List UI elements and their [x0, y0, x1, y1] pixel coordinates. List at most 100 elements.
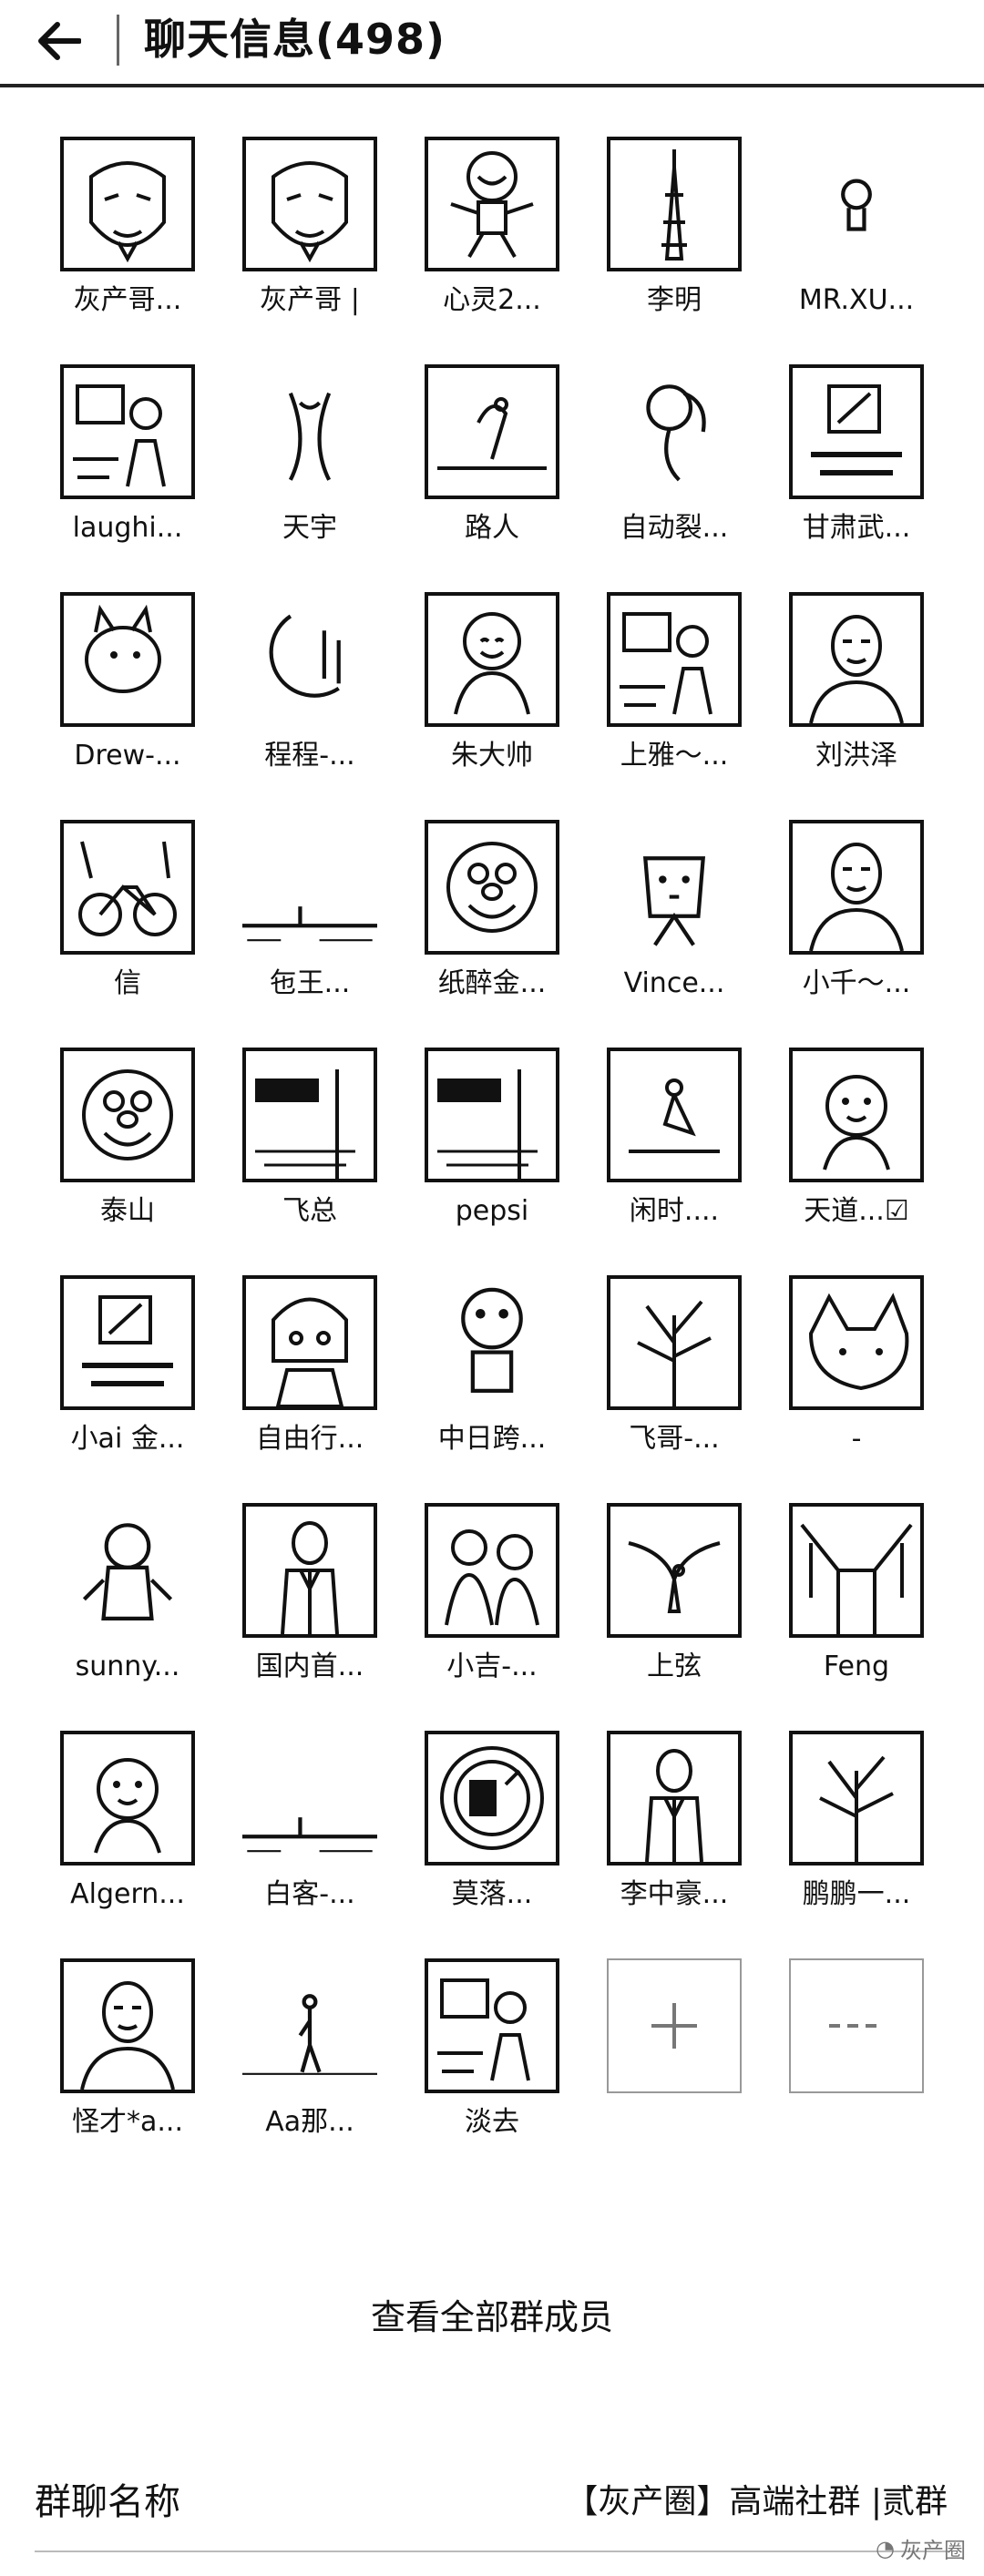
- member-item[interactable]: 灰产哥...: [36, 137, 219, 319]
- add-member-tile[interactable]: [607, 1958, 742, 2093]
- member-item[interactable]: 信: [36, 820, 219, 1002]
- group-name-row[interactable]: 群聊名称 【灰产圈】高端社群 |贰群: [0, 2470, 984, 2534]
- member-avatar[interactable]: [60, 1731, 195, 1866]
- member-item[interactable]: 鹏鹏一...: [765, 1731, 948, 1913]
- member-avatar[interactable]: [789, 1048, 924, 1182]
- member-item[interactable]: 心灵2...: [401, 137, 583, 319]
- member-avatar[interactable]: [60, 1275, 195, 1410]
- member-item[interactable]: Aa那...: [219, 1958, 401, 2141]
- member-avatar[interactable]: [789, 1503, 924, 1638]
- member-avatar[interactable]: [242, 1958, 377, 2093]
- member-name: 朱大帅: [451, 740, 533, 772]
- member-item[interactable]: 甘肃武...: [765, 364, 948, 547]
- member-avatar[interactable]: [242, 137, 377, 271]
- member-item[interactable]: pepsi: [401, 1048, 583, 1230]
- member-avatar[interactable]: [607, 1503, 742, 1638]
- member-avatar[interactable]: [789, 137, 924, 271]
- member-item[interactable]: 程程-...: [219, 592, 401, 774]
- member-item[interactable]: 白客-...: [219, 1731, 401, 1913]
- member-item[interactable]: 飞哥-...: [583, 1275, 765, 1457]
- member-avatar[interactable]: [60, 364, 195, 499]
- member-item[interactable]: 纸醉金...: [401, 820, 583, 1002]
- member-item[interactable]: 自由行...: [219, 1275, 401, 1457]
- member-item[interactable]: 李中豪...: [583, 1731, 765, 1913]
- member-item[interactable]: 怪才*a...: [36, 1958, 219, 2141]
- member-item[interactable]: 淡去: [401, 1958, 583, 2141]
- member-avatar[interactable]: [789, 820, 924, 955]
- add-member-button[interactable]: [583, 1958, 765, 2141]
- member-avatar[interactable]: [425, 1048, 559, 1182]
- member-avatar[interactable]: [607, 1048, 742, 1182]
- member-item[interactable]: 李明: [583, 137, 765, 319]
- member-item[interactable]: 刘洪泽: [765, 592, 948, 774]
- member-item[interactable]: 飞总: [219, 1048, 401, 1230]
- tree-icon: [819, 1755, 894, 1862]
- member-item[interactable]: 路人: [401, 364, 583, 547]
- member-item[interactable]: 天道...☑: [765, 1048, 948, 1230]
- member-avatar[interactable]: [242, 1275, 377, 1410]
- member-item[interactable]: Vince...: [583, 820, 765, 1002]
- member-avatar[interactable]: [242, 1503, 377, 1638]
- member-item[interactable]: 小ai 金...: [36, 1275, 219, 1457]
- member-avatar[interactable]: [607, 820, 742, 955]
- member-avatar[interactable]: [789, 1275, 924, 1410]
- member-item[interactable]: 㐌王...: [219, 820, 401, 1002]
- member-avatar[interactable]: [425, 364, 559, 499]
- calligraphy-icon: [811, 384, 902, 475]
- member-item[interactable]: sunny...: [36, 1503, 219, 1685]
- member-avatar[interactable]: [60, 1503, 195, 1638]
- member-item[interactable]: 国内首...: [219, 1503, 401, 1685]
- member-avatar[interactable]: [789, 1731, 924, 1866]
- member-avatar[interactable]: [607, 1731, 742, 1866]
- member-avatar[interactable]: [425, 137, 559, 271]
- member-item[interactable]: 闲时....: [583, 1048, 765, 1230]
- remove-member-tile[interactable]: [789, 1958, 924, 2093]
- tower-icon: [661, 149, 687, 261]
- member-item[interactable]: 泰山: [36, 1048, 219, 1230]
- member-item[interactable]: Feng: [765, 1503, 948, 1685]
- member-item[interactable]: MR.XU...: [765, 137, 948, 319]
- member-item[interactable]: 灰产哥 |: [219, 137, 401, 319]
- member-avatar[interactable]: [60, 1048, 195, 1182]
- member-avatar[interactable]: [789, 364, 924, 499]
- member-avatar[interactable]: [425, 1275, 559, 1410]
- remove-member-button[interactable]: [765, 1958, 948, 2141]
- member-avatar[interactable]: [607, 1275, 742, 1410]
- watermark: ◔ 灰产圈: [876, 2532, 966, 2564]
- member-avatar[interactable]: [607, 137, 742, 271]
- member-avatar[interactable]: [425, 592, 559, 727]
- member-avatar[interactable]: [60, 1958, 195, 2093]
- member-avatar[interactable]: [60, 137, 195, 271]
- member-avatar[interactable]: [789, 592, 924, 727]
- member-item[interactable]: laughi...: [36, 364, 219, 547]
- member-avatar[interactable]: [242, 592, 377, 727]
- member-avatar[interactable]: [60, 592, 195, 727]
- member-avatar[interactable]: [607, 364, 742, 499]
- member-avatar[interactable]: [242, 364, 377, 499]
- member-avatar[interactable]: [425, 1731, 559, 1866]
- member-item[interactable]: -: [765, 1275, 948, 1457]
- member-avatar[interactable]: [60, 820, 195, 955]
- member-item[interactable]: 中日跨...: [401, 1275, 583, 1457]
- member-item[interactable]: 小吉-...: [401, 1503, 583, 1685]
- member-avatar[interactable]: [425, 1958, 559, 2093]
- member-avatar[interactable]: [607, 592, 742, 727]
- view-all-members-link[interactable]: 查看全部群成员: [0, 2290, 984, 2345]
- member-name: laughi...: [72, 512, 183, 544]
- member-item[interactable]: 朱大帅: [401, 592, 583, 774]
- member-item[interactable]: 自动裂...: [583, 364, 765, 547]
- back-arrow-icon: [38, 22, 81, 60]
- member-item[interactable]: Drew-...: [36, 592, 219, 774]
- member-item[interactable]: 上雅～...: [583, 592, 765, 774]
- member-item[interactable]: Algern...: [36, 1731, 219, 1913]
- member-item[interactable]: 天宇: [219, 364, 401, 547]
- member-item[interactable]: 上弦: [583, 1503, 765, 1685]
- member-avatar[interactable]: [242, 1048, 377, 1182]
- member-avatar[interactable]: [242, 1731, 377, 1866]
- back-button[interactable]: [27, 9, 91, 73]
- member-item[interactable]: 小千～...: [765, 820, 948, 1002]
- member-item[interactable]: 莫落...: [401, 1731, 583, 1913]
- member-avatar[interactable]: [242, 820, 377, 955]
- member-avatar[interactable]: [425, 820, 559, 955]
- member-avatar[interactable]: [425, 1503, 559, 1638]
